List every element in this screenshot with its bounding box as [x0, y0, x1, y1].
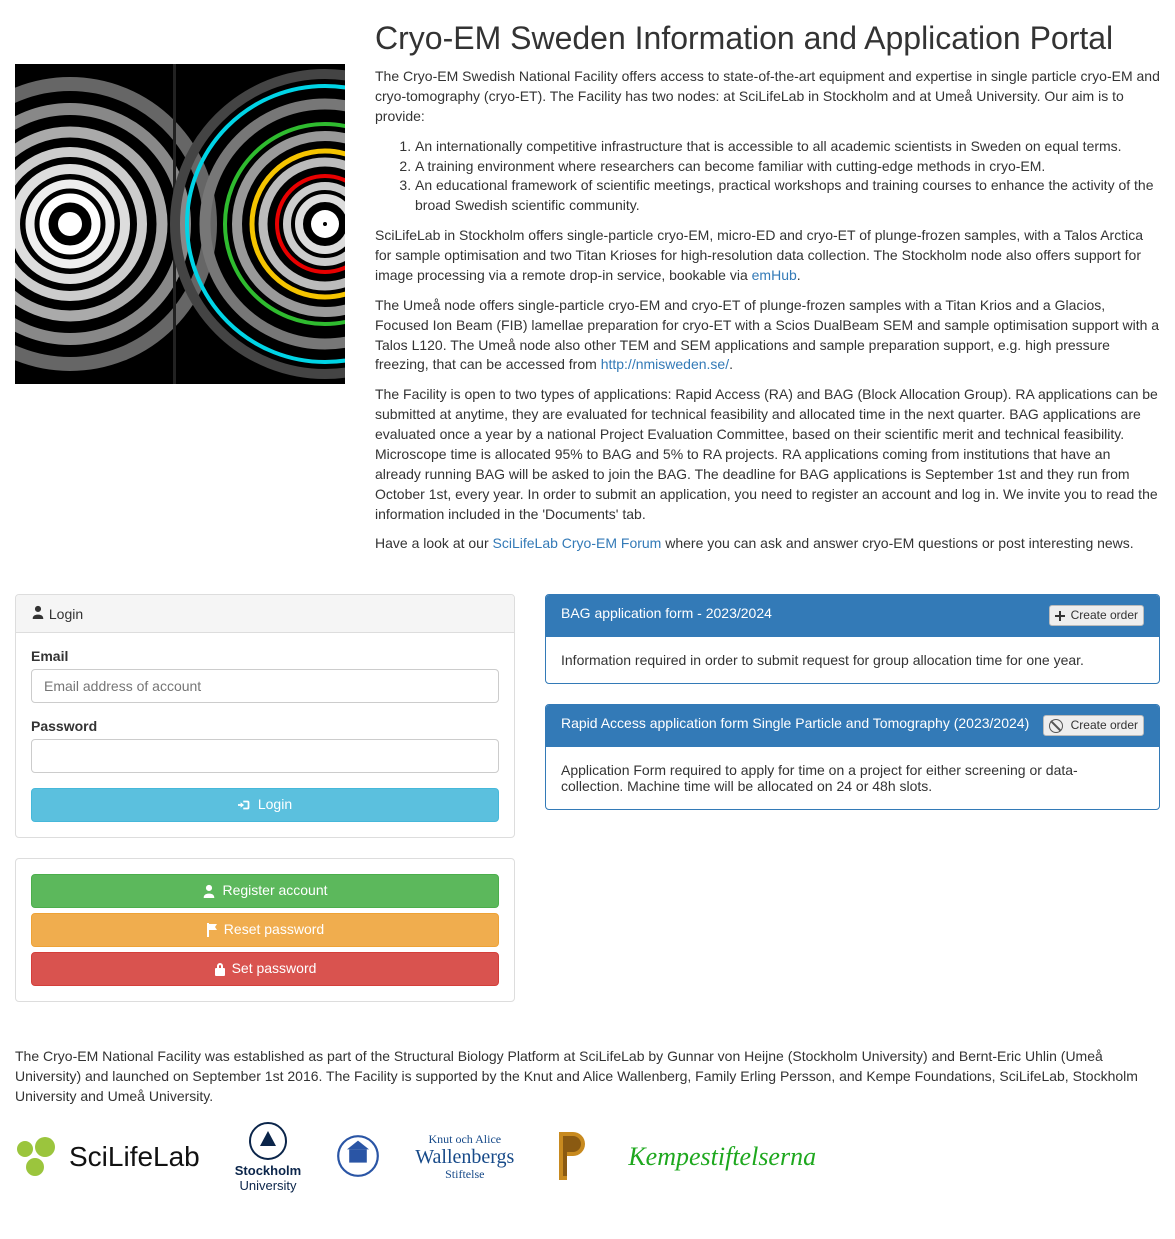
lock-icon	[214, 962, 226, 976]
intro-paragraph-4: The Facility is open to two types of app…	[375, 385, 1160, 524]
account-actions-panel: Register account Reset password Set pass…	[15, 858, 515, 1002]
flag-icon	[206, 923, 218, 937]
kempe-foundation-logo: Kempestiftelserna	[628, 1142, 816, 1172]
page-title: Cryo-EM Sweden Information and Applicati…	[375, 20, 1160, 57]
emhub-link[interactable]: emHub	[752, 267, 797, 283]
login-panel-title: Login	[49, 606, 83, 622]
rapid-create-order-button[interactable]: Create order	[1043, 715, 1144, 736]
rapid-form-title: Rapid Access application form Single Par…	[561, 715, 1029, 731]
login-button-label: Login	[258, 795, 292, 815]
plus-icon	[1055, 611, 1065, 621]
sponsor-logos: SciLifeLab StockholmUniversity Knut och …	[15, 1121, 1160, 1193]
set-password-button[interactable]: Set password	[31, 952, 499, 986]
password-label: Password	[31, 718, 97, 734]
register-account-button[interactable]: Register account	[31, 874, 499, 908]
email-input[interactable]	[31, 669, 499, 703]
persson-foundation-logo	[549, 1127, 593, 1187]
scilifelab-logo: SciLifeLab	[15, 1137, 200, 1177]
reset-password-label: Reset password	[224, 920, 324, 940]
bag-create-order-button[interactable]: Create order	[1049, 605, 1144, 626]
rapid-form-panel: Rapid Access application form Single Par…	[545, 704, 1160, 810]
login-panel: Login Email Password Login	[15, 594, 515, 838]
login-icon	[238, 798, 252, 812]
bag-form-body: Information required in order to submit …	[546, 637, 1159, 683]
register-account-label: Register account	[222, 881, 327, 901]
bag-create-order-label: Create order	[1071, 607, 1138, 624]
email-label: Email	[31, 648, 68, 664]
intro-paragraph-5: Have a look at our SciLifeLab Cryo-EM Fo…	[375, 534, 1160, 554]
user-icon	[31, 605, 45, 619]
rapid-create-order-label: Create order	[1071, 717, 1138, 734]
hero-image-column	[15, 0, 345, 564]
disabled-icon	[1049, 719, 1063, 733]
reset-password-button[interactable]: Reset password	[31, 913, 499, 947]
bag-form-panel: BAG application form - 2023/2024 Create …	[545, 594, 1160, 684]
user-icon	[202, 884, 216, 898]
login-button[interactable]: Login	[31, 788, 499, 822]
goals-list: An internationally competitive infrastru…	[375, 137, 1160, 217]
goal-item: An educational framework of scientific m…	[415, 176, 1160, 216]
umea-university-logo	[336, 1134, 380, 1181]
rapid-form-body: Application Form required to apply for t…	[546, 747, 1106, 809]
intro-paragraph-3: The Umeå node offers single-particle cry…	[375, 296, 1160, 376]
stockholm-university-logo: StockholmUniversity	[235, 1121, 301, 1193]
wallenberg-foundation-logo: Knut och Alice Wallenbergs Stiftelse	[415, 1133, 514, 1181]
intro-paragraph-2: SciLifeLab in Stockholm offers single-pa…	[375, 226, 1160, 286]
goal-item: An internationally competitive infrastru…	[415, 137, 1160, 157]
footer-text: The Cryo-EM National Facility was establ…	[15, 1047, 1160, 1107]
login-panel-heading: Login	[16, 595, 514, 633]
goal-item: A training environment where researchers…	[415, 157, 1160, 177]
forum-link[interactable]: SciLifeLab Cryo-EM Forum	[493, 535, 662, 551]
cryoem-rings-image	[15, 64, 345, 384]
intro-paragraph-1: The Cryo-EM Swedish National Facility of…	[375, 67, 1160, 127]
password-input[interactable]	[31, 739, 499, 773]
bag-form-title: BAG application form - 2023/2024	[561, 605, 772, 621]
nmisweden-link[interactable]: http://nmisweden.se/	[601, 356, 729, 372]
set-password-label: Set password	[232, 959, 317, 979]
